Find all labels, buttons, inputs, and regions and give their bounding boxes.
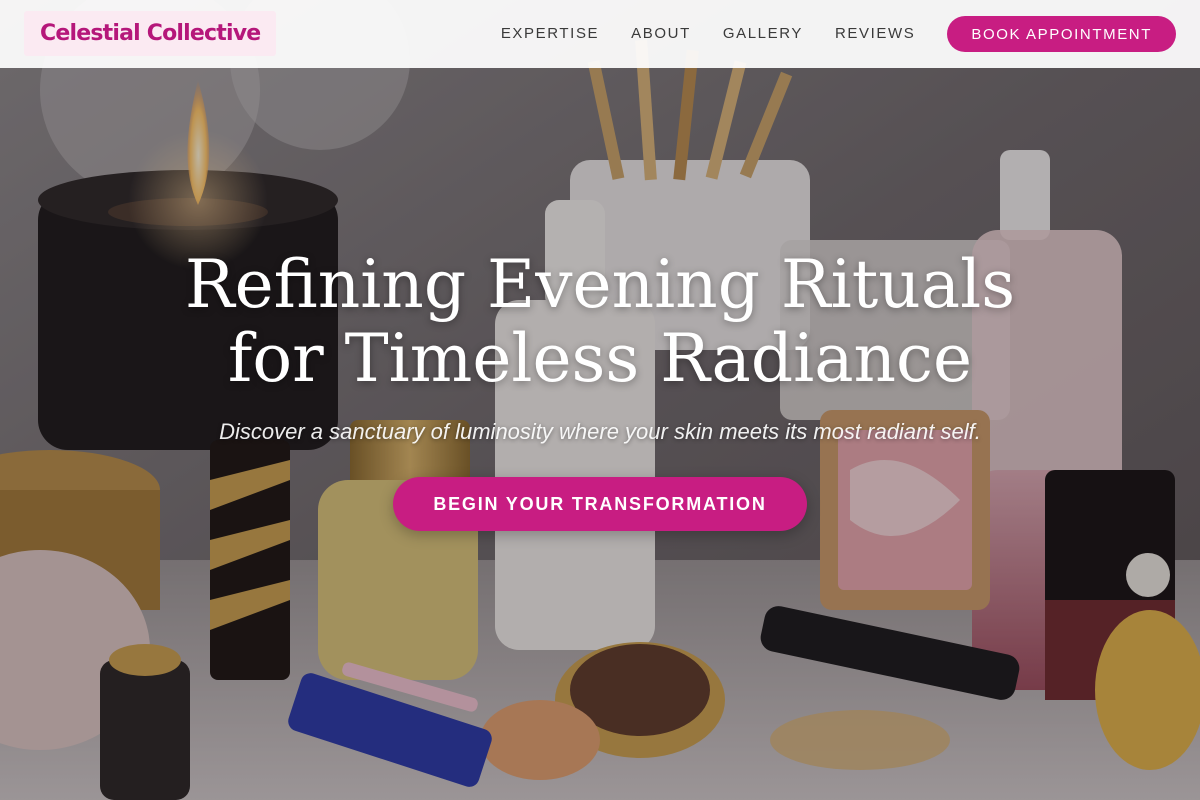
hero-title-line-2: for Timeless Radiance — [227, 320, 973, 397]
hero-section: Refining Evening Rituals for Timeless Ra… — [0, 248, 1200, 531]
nav-link-expertise[interactable]: EXPERTISE — [501, 16, 599, 52]
nav-link-gallery[interactable]: GALLERY — [723, 16, 803, 52]
nav-link-about[interactable]: ABOUT — [631, 16, 691, 52]
site-logo[interactable]: Celestial Collective — [24, 11, 277, 56]
book-appointment-button[interactable]: BOOK APPOINTMENT — [947, 16, 1176, 52]
site-header: Celestial Collective EXPERTISE ABOUT GAL… — [0, 0, 1200, 68]
begin-transformation-button[interactable]: BEGIN YOUR TRANSFORMATION — [393, 477, 807, 531]
main-nav: EXPERTISE ABOUT GALLERY REVIEWS BOOK APP… — [501, 16, 1176, 52]
nav-link-reviews[interactable]: REVIEWS — [835, 16, 915, 52]
hero-title-line-1: Refining Evening Rituals — [184, 246, 1016, 323]
hero-title: Refining Evening Rituals for Timeless Ra… — [150, 248, 1050, 396]
page: Celestial Collective EXPERTISE ABOUT GAL… — [0, 0, 1200, 800]
hero-subtitle: Discover a sanctuary of luminosity where… — [219, 419, 981, 444]
